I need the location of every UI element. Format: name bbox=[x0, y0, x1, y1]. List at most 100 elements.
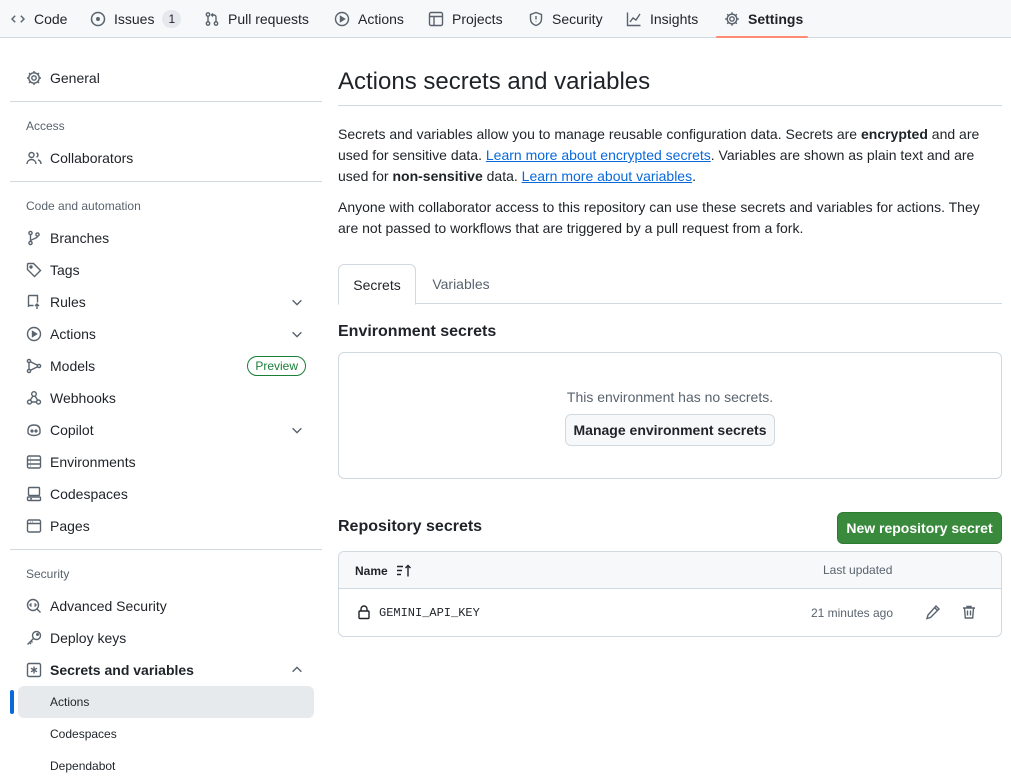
lock-icon bbox=[356, 604, 372, 620]
tab-pull-requests[interactable]: Pull requests bbox=[196, 0, 317, 37]
sidebar-divider bbox=[10, 549, 322, 550]
tab-code[interactable]: Code bbox=[2, 0, 75, 37]
tab-label: Code bbox=[34, 10, 68, 27]
intro-bold: non-sensitive bbox=[392, 168, 483, 184]
environment-secrets-heading: Environment secrets bbox=[338, 323, 497, 340]
active-indicator bbox=[10, 690, 14, 714]
gear-icon bbox=[724, 11, 740, 27]
sidebar-item-general[interactable]: General bbox=[18, 62, 314, 94]
last-updated-column-header: Last updated bbox=[823, 563, 893, 577]
sidebar-item-webhooks[interactable]: Webhooks bbox=[18, 382, 314, 414]
sidebar-item-collaborators[interactable]: Collaborators bbox=[18, 142, 314, 174]
git-pull-request-icon bbox=[204, 11, 220, 27]
browser-icon bbox=[26, 518, 42, 534]
sidebar-subitem-actions[interactable]: Actions bbox=[18, 686, 314, 718]
tab-secrets[interactable]: Secrets bbox=[338, 264, 416, 305]
table-row: GEMINI_API_KEY 21 minutes ago bbox=[339, 589, 1001, 637]
chevron-up-icon[interactable] bbox=[290, 663, 304, 677]
tab-label: Settings bbox=[748, 10, 804, 27]
sidebar-item-branches[interactable]: Branches bbox=[18, 222, 314, 254]
models-icon bbox=[26, 358, 42, 374]
sidebar-item-label: General bbox=[50, 70, 100, 86]
sidebar-heading-security: Security bbox=[26, 567, 70, 581]
new-repository-secret-button[interactable]: New repository secret bbox=[837, 512, 1002, 544]
settings-sidebar: General Access Collaborators Code and au… bbox=[0, 38, 330, 781]
tab-actions[interactable]: Actions bbox=[326, 0, 412, 37]
sidebar-item-copilot[interactable]: Copilot bbox=[18, 414, 314, 446]
sidebar-item-label: Tags bbox=[50, 262, 80, 278]
sort-ascending-icon[interactable] bbox=[396, 563, 412, 579]
preview-badge: Preview bbox=[247, 356, 306, 376]
column-label: Name bbox=[355, 564, 388, 578]
tab-label: Issues bbox=[114, 10, 155, 27]
sidebar-item-label: Pages bbox=[50, 518, 90, 534]
sidebar-item-pages[interactable]: Pages bbox=[18, 510, 314, 542]
gear-icon bbox=[26, 70, 42, 86]
sidebar-subitem-codespaces[interactable]: Codespaces bbox=[18, 718, 314, 750]
tab-label: Pull requests bbox=[228, 10, 309, 27]
sidebar-item-deploy-keys[interactable]: Deploy keys bbox=[18, 622, 314, 654]
secret-name: GEMINI_API_KEY bbox=[379, 606, 480, 620]
play-icon bbox=[334, 11, 350, 27]
tab-security[interactable]: Security bbox=[520, 0, 611, 37]
sidebar-divider bbox=[10, 101, 322, 102]
git-branch-icon bbox=[26, 230, 42, 246]
sidebar-item-label: Copilot bbox=[50, 422, 94, 438]
tab-projects[interactable]: Projects bbox=[420, 0, 511, 37]
chevron-down-icon[interactable] bbox=[290, 327, 304, 341]
tab-insights[interactable]: Insights bbox=[618, 0, 706, 37]
intro-bold: encrypted bbox=[860, 126, 928, 142]
variables-link[interactable]: Learn more about variables bbox=[522, 168, 692, 184]
page-title: Actions secrets and variables bbox=[338, 68, 651, 95]
sidebar-item-label: Collaborators bbox=[50, 150, 134, 166]
sidebar-item-secrets-and-variables[interactable]: Secrets and variables bbox=[18, 654, 314, 686]
name-column-header[interactable]: Name bbox=[355, 563, 412, 579]
copilot-icon bbox=[26, 422, 42, 438]
environment-secrets-box: This environment has no secrets. Manage … bbox=[338, 352, 1002, 479]
codescan-icon bbox=[26, 598, 42, 614]
sidebar-item-advanced-security[interactable]: Advanced Security bbox=[18, 590, 314, 622]
table-header: Name Last updated bbox=[339, 552, 1001, 589]
tab-issues[interactable]: Issues 1 bbox=[82, 0, 189, 37]
title-divider bbox=[338, 105, 1002, 106]
key-icon bbox=[26, 630, 42, 646]
webhook-icon bbox=[26, 390, 42, 406]
manage-environment-secrets-button[interactable]: Manage environment secrets bbox=[565, 414, 775, 446]
issues-counter: 1 bbox=[162, 9, 182, 28]
tab-label: Insights bbox=[650, 10, 699, 27]
sidebar-item-label: Webhooks bbox=[50, 390, 116, 406]
sidebar-item-tags[interactable]: Tags bbox=[18, 254, 314, 286]
key-asterisk-icon bbox=[26, 662, 42, 678]
server-icon bbox=[26, 454, 42, 470]
codespaces-icon bbox=[26, 486, 42, 502]
access-paragraph: Anyone with collaborator access to this … bbox=[338, 199, 980, 236]
table-icon bbox=[428, 11, 444, 27]
repository-secrets-table: Name Last updated GEMINI_API_KEY 21 minu… bbox=[338, 551, 1002, 637]
tag-icon bbox=[26, 262, 42, 278]
repository-secrets-heading: Repository secrets bbox=[338, 518, 483, 535]
sidebar-item-label: Deploy keys bbox=[50, 630, 127, 646]
chevron-down-icon[interactable] bbox=[290, 423, 304, 437]
chevron-down-icon[interactable] bbox=[290, 295, 304, 309]
intro-text: data. bbox=[482, 168, 522, 184]
sidebar-item-models[interactable]: Models Preview bbox=[18, 350, 314, 382]
tab-settings[interactable]: Settings bbox=[716, 0, 808, 38]
shield-icon bbox=[528, 11, 544, 27]
repo-nav: Code Issues 1 Pull requests Actions Proj… bbox=[0, 0, 1011, 38]
sidebar-item-environments[interactable]: Environments bbox=[18, 446, 314, 478]
sidebar-item-codespaces[interactable]: Codespaces bbox=[18, 478, 314, 510]
sidebar-heading-code-automation: Code and automation bbox=[26, 199, 141, 213]
sidebar-heading-access: Access bbox=[26, 119, 65, 133]
sidebar-item-actions[interactable]: Actions bbox=[18, 318, 314, 350]
sidebar-item-rules[interactable]: Rules bbox=[18, 286, 314, 318]
people-icon bbox=[26, 150, 42, 166]
sidebar-subitem-dependabot[interactable]: Dependabot bbox=[18, 750, 314, 782]
tab-variables[interactable]: Variables bbox=[418, 264, 504, 304]
trash-icon[interactable] bbox=[961, 604, 977, 620]
pencil-icon[interactable] bbox=[925, 604, 941, 620]
sidebar-item-label: Branches bbox=[50, 230, 110, 246]
intro-text: Secrets and variables allow you to manag… bbox=[338, 126, 861, 142]
tab-label: Projects bbox=[452, 10, 503, 27]
sidebar-item-label: Actions bbox=[50, 326, 96, 342]
encrypted-secrets-link[interactable]: Learn more about encrypted secrets bbox=[486, 147, 711, 163]
